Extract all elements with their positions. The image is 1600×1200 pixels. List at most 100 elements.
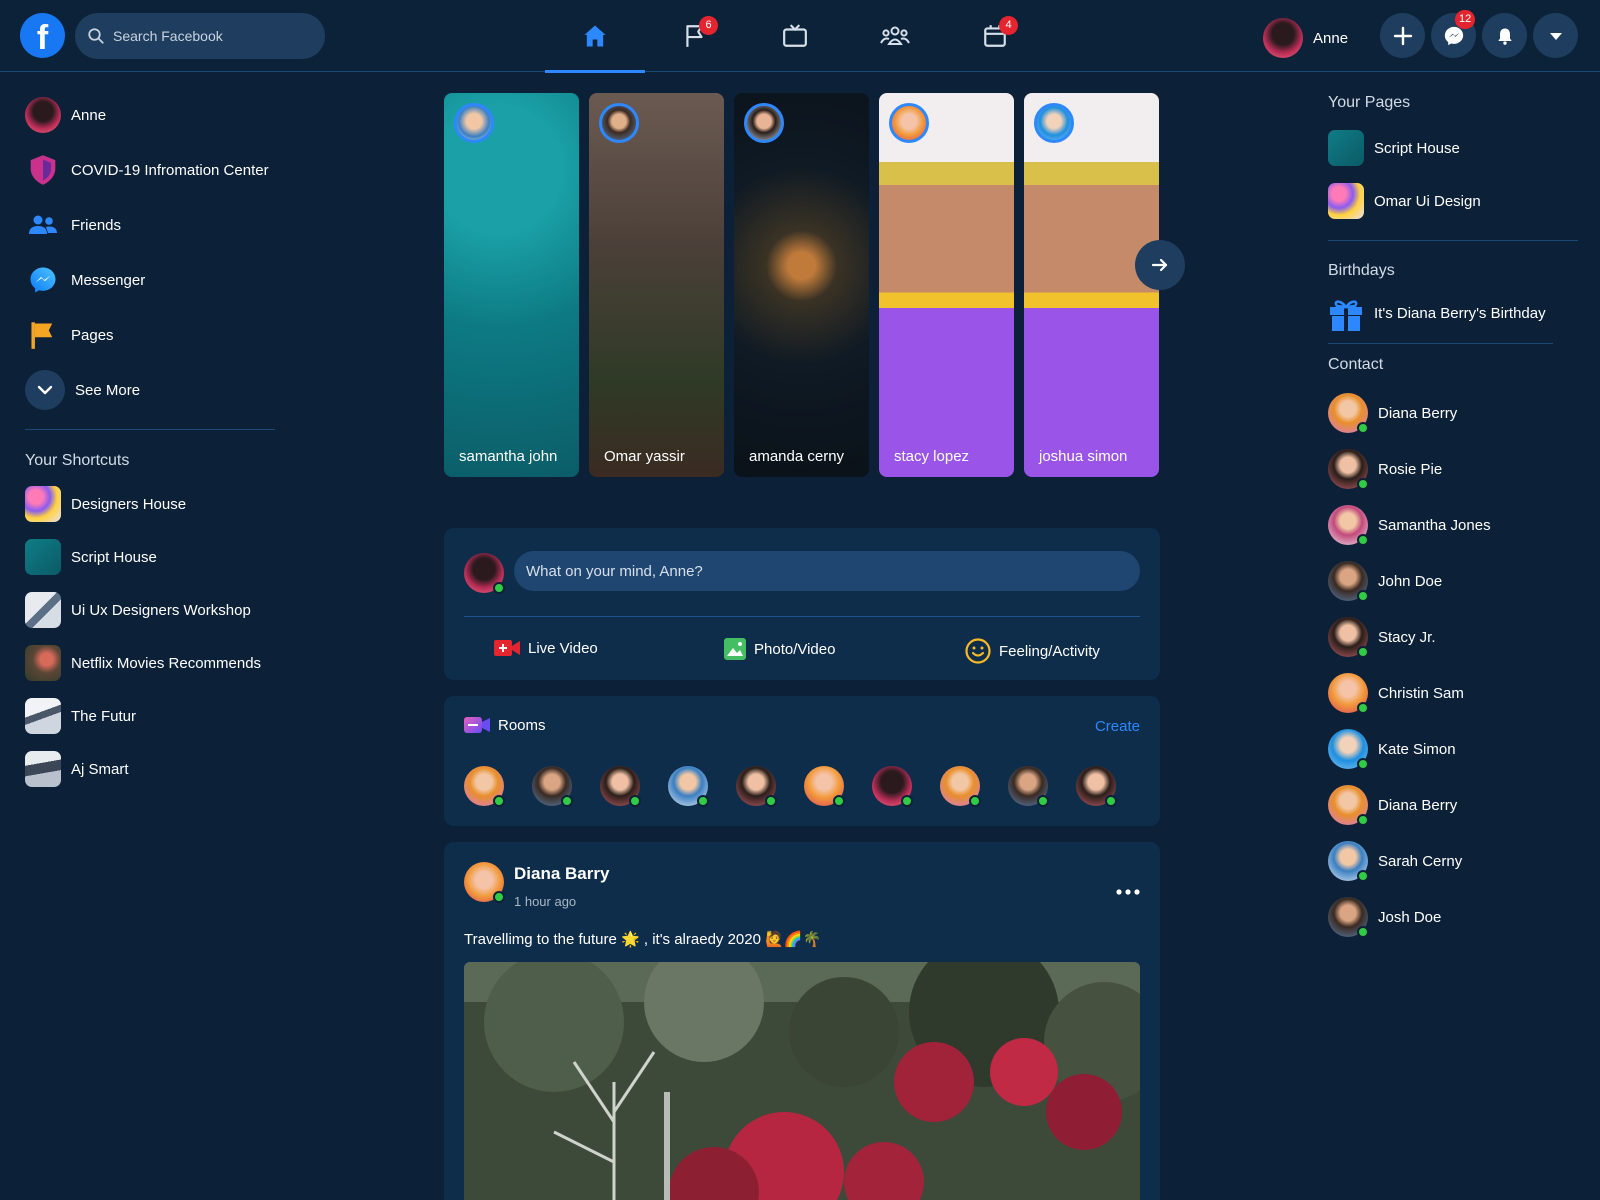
tab-pages[interactable]: 6 (645, 0, 745, 72)
home-icon (584, 25, 606, 47)
contact-name: John Doe (1378, 572, 1443, 590)
online-indicator (1357, 758, 1369, 770)
room-avatar[interactable] (532, 766, 573, 807)
account-menu-button[interactable] (1533, 13, 1578, 58)
sidebar-item-label: COVID-19 Infromation Center (71, 161, 269, 179)
online-indicator (765, 795, 777, 807)
tab-watch[interactable] (745, 0, 845, 72)
live-video-button[interactable]: Live Video (494, 638, 598, 658)
room-avatar[interactable] (940, 766, 981, 807)
shortcut-thumbnail (25, 486, 61, 522)
notifications-button[interactable] (1482, 13, 1527, 58)
post-author-name[interactable]: Diana Barry (514, 864, 609, 884)
feeling-activity-button[interactable]: Feeling/Activity (965, 638, 1100, 664)
profile-chip[interactable]: Anne (1263, 18, 1348, 58)
contact-name: Stacy Jr. (1378, 628, 1436, 646)
shortcut-label: The Futur (71, 707, 137, 725)
rooms-create-link[interactable]: Create (1095, 718, 1140, 735)
action-label: Photo/Video (754, 640, 836, 658)
shortcut-item[interactable]: Script House (25, 539, 275, 575)
tab-groups[interactable] (845, 0, 945, 72)
room-avatar[interactable] (872, 766, 913, 807)
story-card[interactable]: stacy lopez (879, 93, 1014, 477)
action-label: Feeling/Activity (999, 642, 1100, 660)
story-card[interactable]: samantha john (444, 93, 579, 477)
contact-item[interactable]: Christin Sam (1328, 672, 1578, 714)
sidebar-item-covid[interactable]: COVID-19 Infromation Center (25, 151, 275, 189)
contact-item[interactable]: Diana Berry (1328, 392, 1578, 434)
online-indicator (1105, 795, 1117, 807)
post-image[interactable] (464, 962, 1140, 1200)
contact-item[interactable]: Rosie Pie (1328, 448, 1578, 490)
contact-item[interactable]: Kate Simon (1328, 728, 1578, 770)
story-avatar (599, 103, 639, 143)
facebook-logo[interactable]: f (20, 13, 65, 58)
profile-name: Anne (1313, 29, 1349, 47)
sidebar-item-messenger[interactable]: Messenger (25, 261, 275, 299)
post-more-button[interactable] (1116, 876, 1140, 902)
room-avatar[interactable] (668, 766, 709, 807)
story-card[interactable]: Omar yassir (589, 93, 724, 477)
online-indicator (1357, 534, 1369, 546)
shield-icon (25, 152, 61, 188)
contact-avatar (1328, 729, 1369, 770)
page-item[interactable]: Script House (1328, 130, 1578, 166)
birthdays-title: Birthdays (1328, 262, 1395, 279)
rooms-icon (464, 717, 490, 733)
shortcut-label: Ui Ux Designers Workshop (71, 601, 251, 619)
create-button[interactable] (1380, 13, 1425, 58)
tab-home[interactable] (545, 0, 645, 73)
story-avatar (454, 103, 494, 143)
contact-avatar (1328, 617, 1369, 658)
avatar (1263, 18, 1303, 58)
shortcut-item[interactable]: Aj Smart (25, 751, 275, 787)
post-text: Travellimg to the future 🌟 , it's alraed… (464, 931, 822, 948)
shortcut-thumbnail (25, 751, 61, 787)
messenger-icon (25, 262, 61, 298)
page-item[interactable]: Omar Ui Design (1328, 183, 1578, 219)
messenger-button[interactable]: 12 (1431, 10, 1476, 58)
plus-icon (1393, 26, 1412, 45)
shortcut-item[interactable]: Ui Ux Designers Workshop (25, 592, 275, 628)
tab-events[interactable]: 4 (945, 0, 1045, 72)
stories-next-button[interactable] (1135, 240, 1185, 290)
see-more-button[interactable]: See More (25, 370, 275, 410)
birthday-item[interactable]: It's Diana Berry's Birthday (1328, 295, 1578, 331)
sidebar-item-label: Friends (71, 216, 122, 234)
shortcut-item[interactable]: Designers House (25, 486, 275, 522)
contact-item[interactable]: Samantha Jones (1328, 504, 1578, 546)
post-author-avatar[interactable] (464, 862, 505, 903)
sidebar-item-friends[interactable]: Friends (25, 206, 275, 244)
room-avatar[interactable] (1076, 766, 1117, 807)
room-avatar[interactable] (1008, 766, 1049, 807)
room-avatar[interactable] (804, 766, 845, 807)
story-avatar (744, 103, 784, 143)
contact-item[interactable]: Diana Berry (1328, 784, 1578, 826)
avatar (25, 97, 61, 133)
search-input[interactable] (113, 28, 313, 44)
story-name: stacy lopez (894, 448, 970, 465)
search-icon (88, 28, 104, 44)
contact-name: Rosie Pie (1378, 460, 1443, 478)
contact-name: Samantha Jones (1378, 516, 1491, 534)
contact-item[interactable]: Sarah Cerny (1328, 840, 1578, 882)
room-avatar[interactable] (600, 766, 641, 807)
sidebar-item-pages[interactable]: Pages (25, 316, 275, 354)
post-composer-input[interactable] (514, 551, 1140, 591)
post-timestamp[interactable]: 1 hour ago (514, 894, 576, 909)
contact-item[interactable]: Josh Doe (1328, 896, 1578, 938)
contact-item[interactable]: Stacy Jr. (1328, 616, 1578, 658)
story-card[interactable]: amanda cerny (734, 93, 869, 477)
story-name: samantha john (459, 448, 558, 465)
contact-item[interactable]: John Doe (1328, 560, 1578, 602)
shortcut-item[interactable]: The Futur (25, 698, 275, 734)
photo-video-button[interactable]: Photo/Video (724, 638, 835, 660)
online-indicator (697, 795, 709, 807)
friends-icon (25, 207, 61, 243)
search-box[interactable] (75, 13, 325, 59)
room-avatar[interactable] (736, 766, 777, 807)
room-avatar[interactable] (464, 766, 505, 807)
sidebar-item-profile[interactable]: Anne (25, 96, 275, 134)
story-card[interactable]: joshua simon (1024, 93, 1159, 477)
shortcut-item[interactable]: Netflix Movies Recommends (25, 645, 275, 681)
